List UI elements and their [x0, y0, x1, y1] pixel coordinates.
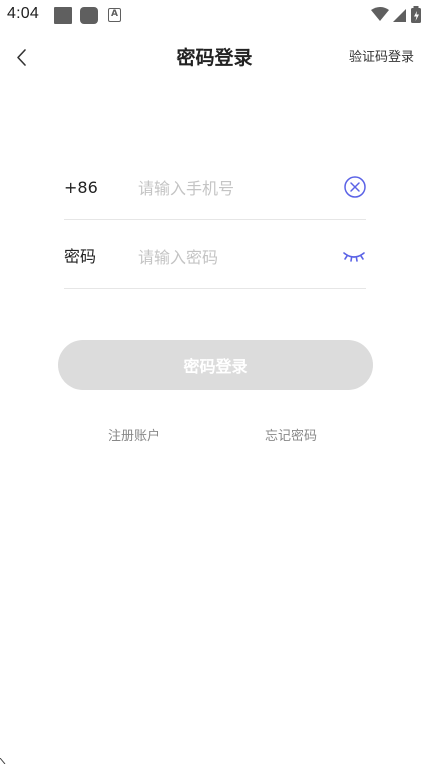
clear-button[interactable]: [344, 176, 366, 198]
sms-login-link[interactable]: 验证码登录: [349, 47, 414, 69]
status-time: 4:04: [7, 5, 39, 22]
register-link[interactable]: 注册账户: [108, 427, 160, 447]
wifi-icon: [371, 7, 389, 21]
country-code-label: +86: [64, 178, 98, 197]
password-visibility-toggle[interactable]: [342, 248, 366, 264]
phone-input[interactable]: [138, 174, 328, 202]
status-bar: 4:04 A: [0, 0, 429, 30]
password-input[interactable]: [138, 243, 328, 271]
battery-icon: [411, 6, 421, 23]
a-notification-icon: A: [108, 8, 121, 22]
corner-mark: [0, 758, 6, 764]
forgot-password-link[interactable]: 忘记密码: [265, 427, 317, 447]
login-screen: 4:04 A 密码登录 验证码登录 +86 请输入手机号 密码 密码登录 注册账…: [0, 0, 429, 764]
status-icons: [369, 6, 429, 24]
eye-closed-icon: [343, 252, 365, 262]
password-login-button[interactable]: 密码登录: [58, 340, 373, 390]
password-row: 密码: [64, 221, 366, 289]
rounded-notification-icon: [80, 7, 98, 24]
phone-row: +86: [64, 152, 366, 220]
clear-circle-icon: [344, 176, 366, 198]
password-label: 密码: [64, 247, 97, 266]
signal-icon: [393, 9, 406, 22]
square-notification-icon: [54, 7, 72, 24]
